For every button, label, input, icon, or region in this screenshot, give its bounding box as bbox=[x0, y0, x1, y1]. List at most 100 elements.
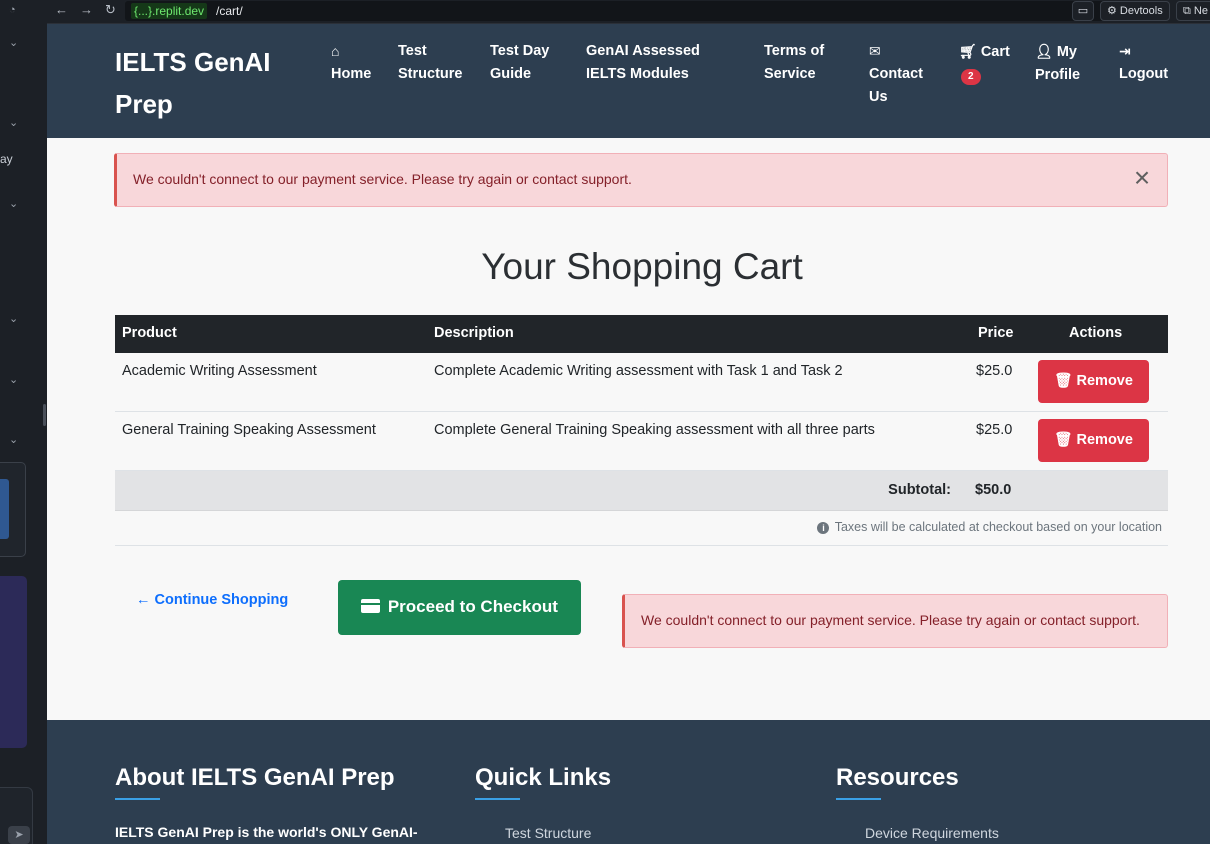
remove-label: Remove bbox=[1076, 432, 1133, 448]
chevron-down-icon[interactable]: ⌄ bbox=[9, 433, 18, 446]
nav-home[interactable]: ⌂ Home bbox=[331, 40, 371, 86]
url-path: /cart/ bbox=[216, 4, 243, 18]
column-header-description: Description bbox=[434, 325, 514, 341]
preview-thumbnail[interactable] bbox=[0, 462, 26, 557]
devtools-button[interactable]: ⚙ Devtools bbox=[1100, 1, 1170, 21]
nav-test-day-guide[interactable]: Test Day Guide bbox=[490, 40, 556, 86]
url-bar[interactable]: {...}.replit.dev /cart/ → bbox=[125, 1, 1121, 21]
subtotal-label: Subtotal: bbox=[888, 482, 951, 498]
footer-divider bbox=[475, 798, 520, 800]
remove-button[interactable]: 🗑︎ Remove bbox=[1038, 360, 1149, 403]
cart-icon: 🛒︎ bbox=[959, 43, 977, 59]
nav-genai-modules[interactable]: GenAI Assessed IELTS Modules bbox=[586, 40, 741, 86]
resize-handle[interactable] bbox=[43, 404, 46, 426]
footer-resources-title: Resources bbox=[836, 764, 959, 791]
footer-link-test-structure[interactable]: Test Structure bbox=[505, 825, 591, 841]
nav-cart-label: Cart bbox=[980, 44, 1010, 60]
screen-icon[interactable]: ▭ bbox=[1072, 1, 1094, 21]
sidebar-panel bbox=[0, 576, 27, 748]
back-icon[interactable]: ← bbox=[55, 2, 68, 17]
table-header: Product Description Price Actions bbox=[115, 315, 1168, 353]
home-icon: ⌂ bbox=[331, 43, 340, 59]
nav-test-structure[interactable]: Test Structure bbox=[398, 40, 468, 86]
info-icon: i bbox=[817, 522, 830, 534]
product-description: Complete Academic Writing assessment wit… bbox=[434, 363, 843, 379]
checkout-button[interactable]: Proceed to Checkout bbox=[338, 580, 581, 635]
continue-shopping-label: Continue Shopping bbox=[154, 592, 289, 608]
chevron-down-icon[interactable]: ⌄ bbox=[9, 197, 18, 210]
chevron-down-icon[interactable]: ⌄ bbox=[9, 373, 18, 386]
sidebar-text: ay bbox=[0, 152, 13, 166]
column-header-actions: Actions bbox=[1069, 325, 1123, 341]
product-price: $25.0 bbox=[976, 422, 1013, 438]
url-host: {...}.replit.dev bbox=[131, 3, 208, 19]
trash-icon: 🗑︎ bbox=[1054, 373, 1073, 389]
gauge-icon[interactable]: ◔ bbox=[9, 4, 16, 16]
payment-error-alert: We couldn't connect to our payment servi… bbox=[114, 153, 1168, 207]
nav-profile[interactable]: 👤︎ My Profile bbox=[1035, 40, 1095, 87]
nav-terms-label: Terms of Service bbox=[764, 43, 825, 82]
cart-count-badge: 2 bbox=[961, 69, 981, 85]
product-name: General Training Speaking Assessment bbox=[122, 422, 376, 438]
remove-label: Remove bbox=[1076, 373, 1133, 389]
devtools-label: Devtools bbox=[1119, 5, 1163, 17]
cart-table: Product Description Price Actions Academ… bbox=[115, 315, 1168, 546]
nav-contact[interactable]: ✉ Contact Us bbox=[869, 40, 929, 109]
page-title: Your Shopping Cart bbox=[481, 246, 803, 287]
close-icon[interactable]: × bbox=[1129, 164, 1155, 192]
payment-error-alert: We couldn't connect to our payment servi… bbox=[622, 594, 1168, 648]
continue-shopping-link[interactable]: ← Continue Shopping bbox=[136, 592, 288, 608]
brand-logo[interactable]: IELTS GenAI Prep bbox=[115, 41, 285, 125]
trash-icon: 🗑︎ bbox=[1054, 432, 1073, 448]
checkout-label: Proceed to Checkout bbox=[387, 597, 558, 616]
nav-test-day-guide-label: Test Day Guide bbox=[490, 43, 550, 82]
footer-divider bbox=[115, 798, 160, 800]
ide-sidebar: ◔ ⌄ ⌄ ay ⌄ ⌄ ⌄ ⌄ ➤ bbox=[0, 0, 47, 844]
nav-cart[interactable]: 🛒︎ Cart 2 bbox=[959, 40, 1010, 87]
subtotal-value: $50.0 bbox=[975, 482, 1012, 498]
footer-divider bbox=[836, 798, 881, 800]
product-price: $25.0 bbox=[976, 363, 1013, 379]
table-row: General Training Speaking Assessment Com… bbox=[115, 412, 1168, 471]
subtotal-row: Subtotal: $50.0 bbox=[115, 471, 1168, 511]
tax-note-text: Taxes will be calculated at checkout bas… bbox=[834, 520, 1162, 534]
new-tab-button[interactable]: ⧉ Ne bbox=[1176, 1, 1210, 21]
new-tab-label: Ne bbox=[1193, 5, 1208, 17]
nav-genai-modules-label: GenAI Assessed IELTS Modules bbox=[586, 43, 700, 82]
footer-links-title: Quick Links bbox=[475, 764, 612, 791]
web-page: IELTS GenAI Prep ⌂ Home Test Structure T… bbox=[47, 24, 1210, 844]
user-icon: 👤︎ bbox=[1035, 43, 1053, 59]
column-header-product: Product bbox=[122, 325, 177, 341]
forward-icon[interactable]: → bbox=[80, 2, 93, 17]
column-header-price: Price bbox=[978, 325, 1014, 341]
chevron-down-icon[interactable]: ⌄ bbox=[9, 312, 18, 325]
table-row: Academic Writing Assessment Complete Aca… bbox=[115, 353, 1168, 412]
credit-card-icon bbox=[361, 599, 381, 613]
browser-toolbar: ← → ↻ {...}.replit.dev /cart/ → ▭ ⚙ Devt… bbox=[47, 0, 1210, 24]
navbar: IELTS GenAI Prep ⌂ Home Test Structure T… bbox=[47, 24, 1210, 138]
tax-note: i Taxes will be calculated at checkout b… bbox=[817, 520, 1162, 534]
nav-home-label: Home bbox=[331, 66, 372, 82]
nav-test-structure-label: Test Structure bbox=[398, 43, 463, 82]
envelope-icon: ✉ bbox=[869, 43, 881, 59]
nav-terms[interactable]: Terms of Service bbox=[764, 40, 832, 86]
logout-icon: ⇥ bbox=[1119, 43, 1131, 59]
chevron-down-icon[interactable]: ⌄ bbox=[9, 36, 18, 49]
remove-button[interactable]: 🗑︎ Remove bbox=[1038, 419, 1149, 462]
chevron-down-icon[interactable]: ⌄ bbox=[9, 116, 18, 129]
nav-contact-label: Contact Us bbox=[869, 66, 923, 105]
footer-link-device-requirements[interactable]: Device Requirements bbox=[865, 825, 999, 841]
nav-logout-label: Logout bbox=[1119, 66, 1169, 82]
alert-message: We couldn't connect to our payment servi… bbox=[641, 612, 1140, 628]
arrow-left-icon: ← bbox=[136, 592, 151, 608]
product-description: Complete General Training Speaking asses… bbox=[434, 422, 875, 438]
footer: About IELTS GenAI Prep IELTS GenAI Prep … bbox=[47, 720, 1210, 844]
send-icon[interactable]: ➤ bbox=[8, 826, 30, 844]
nav-logout[interactable]: ⇥ Logout bbox=[1119, 40, 1168, 86]
footer-about-title: About IELTS GenAI Prep bbox=[115, 764, 395, 791]
alert-message: We couldn't connect to our payment servi… bbox=[133, 171, 632, 187]
reload-icon[interactable]: ↻ bbox=[105, 2, 116, 18]
product-name: Academic Writing Assessment bbox=[122, 363, 317, 379]
footer-about-text: IELTS GenAI Prep is the world's ONLY Gen… bbox=[115, 824, 418, 840]
tax-row: i Taxes will be calculated at checkout b… bbox=[115, 511, 1168, 546]
